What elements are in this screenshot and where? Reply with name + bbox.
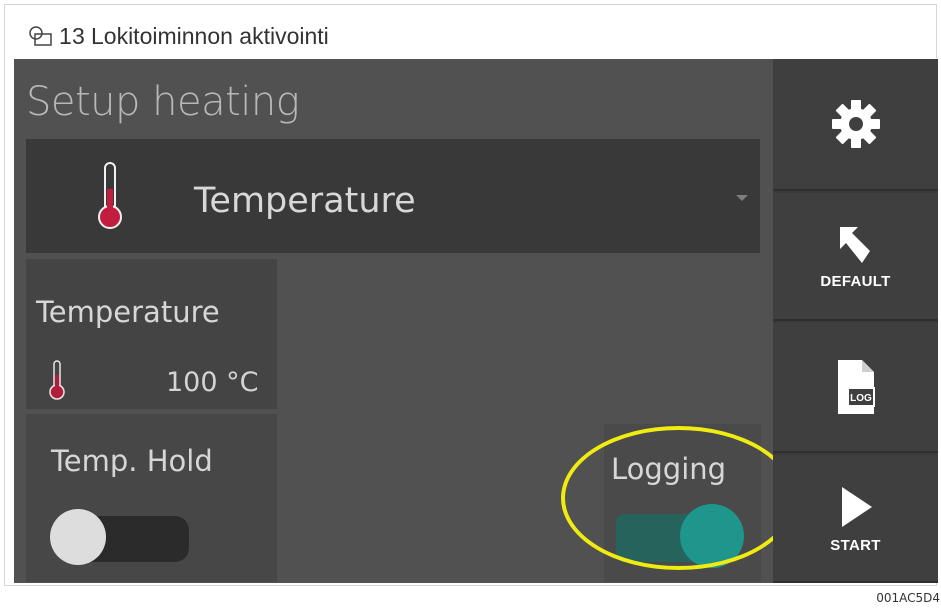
temperature-setting-label: Temperature xyxy=(36,295,220,329)
gear-icon xyxy=(831,100,880,148)
logging-toggle[interactable] xyxy=(616,504,746,568)
toggle-knob xyxy=(50,509,106,565)
log-button[interactable]: LOG xyxy=(773,323,938,453)
mode-selector-value: Temperature xyxy=(194,181,416,221)
temp-hold-toggle[interactable] xyxy=(50,509,192,565)
settings-button[interactable] xyxy=(773,59,938,191)
temp-hold-label: Temp. Hold xyxy=(51,444,213,478)
figure-code: 001AC5D4 xyxy=(876,591,940,605)
main-screen: Setup heating Temperature Temperature 10… xyxy=(14,59,796,583)
temperature-value-text: 100 °C xyxy=(166,367,259,398)
play-icon xyxy=(841,486,872,527)
svg-text:LOG: LOG xyxy=(850,393,872,404)
undo-arrow-icon xyxy=(839,226,870,263)
start-button[interactable]: START xyxy=(773,455,938,583)
figure-icon xyxy=(29,26,52,46)
thermometer-icon xyxy=(98,162,122,229)
side-panel: DEFAULT LOG START xyxy=(773,59,938,583)
toggle-knob xyxy=(680,504,744,568)
default-button[interactable]: DEFAULT xyxy=(773,193,938,321)
figure-caption: 13 Lokitoiminnon aktivointi xyxy=(27,19,329,53)
device-screen: Setup heating Temperature Temperature 10… xyxy=(14,59,938,583)
dropdown-caret-icon xyxy=(736,195,748,201)
temperature-value: 100 xyxy=(166,367,218,398)
logging-setting: Logging xyxy=(604,424,761,582)
figure-number: 13 xyxy=(59,22,85,49)
logging-label: Logging xyxy=(611,452,727,486)
temp-hold-setting: Temp. Hold xyxy=(26,414,277,582)
start-button-label: START xyxy=(830,536,881,554)
page-title: Setup heating xyxy=(26,79,300,125)
temperature-setting[interactable]: Temperature 100 °C xyxy=(26,259,277,409)
mode-selector[interactable]: Temperature xyxy=(26,139,760,253)
temperature-unit: °C xyxy=(226,367,259,398)
figure-title: Lokitoiminnon aktivointi xyxy=(90,22,329,49)
default-button-label: DEFAULT xyxy=(820,272,891,290)
log-document-icon: LOG xyxy=(837,360,875,414)
thermometer-icon xyxy=(49,360,65,400)
